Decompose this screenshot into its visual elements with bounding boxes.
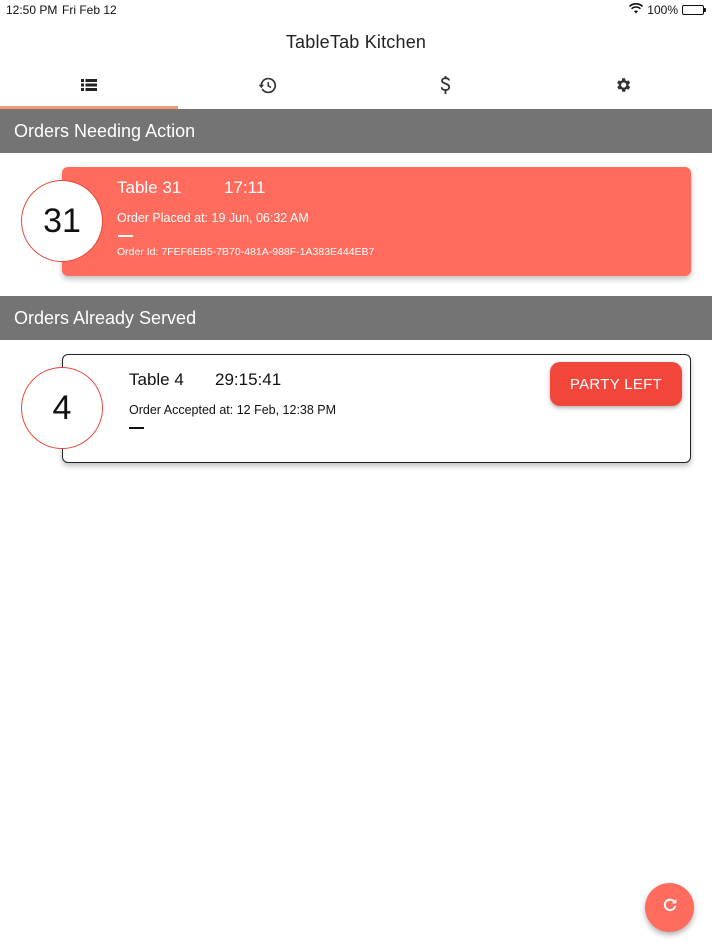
order-table-label: Table 4 <box>129 370 184 389</box>
order-card-needing-action[interactable]: Table 31 17:11 Order Placed at: 19 Jun, … <box>62 167 691 276</box>
battery-percent: 100% <box>647 3 678 17</box>
section-title: Orders Needing Action <box>14 120 196 141</box>
tab-orders[interactable] <box>0 66 178 109</box>
status-bar: 12:50 PM Fri Feb 12 100% <box>0 0 712 20</box>
divider <box>129 427 144 429</box>
list-icon <box>81 78 97 97</box>
divider <box>118 235 133 237</box>
status-time: 12:50 PM <box>6 3 58 17</box>
order-timer: 29:15:41 <box>215 370 282 389</box>
table-number-badge: 4 <box>21 367 103 449</box>
status-date: Fri Feb 12 <box>62 3 117 17</box>
section-header-served: Orders Already Served <box>0 296 712 340</box>
tab-bar <box>0 66 712 109</box>
section-title: Orders Already Served <box>14 307 197 328</box>
order-id: Order Id: 7FEF6EB5-7B70-481A-988F-1A383E… <box>117 246 375 258</box>
tab-settings[interactable] <box>534 66 712 109</box>
refresh-icon <box>661 896 679 919</box>
table-number: 31 <box>43 201 81 240</box>
party-left-button[interactable]: PARTY LEFT <box>550 362 682 406</box>
gear-icon <box>614 76 632 99</box>
status-indicators: 100% <box>629 3 706 17</box>
order-table-label: Table 31 <box>117 178 182 197</box>
order-timer: 17:11 <box>224 178 266 197</box>
tab-payments[interactable] <box>356 66 534 109</box>
page-title: TableTab Kitchen <box>285 32 427 52</box>
order-placed-time: Order Placed at: 19 Jun, 06:32 AM <box>117 211 309 225</box>
section-header-needing-action: Orders Needing Action <box>0 109 712 153</box>
order-accepted-time: Order Accepted at: 12 Feb, 12:38 PM <box>129 403 337 417</box>
tab-history[interactable] <box>178 66 356 109</box>
wifi-icon <box>629 3 644 17</box>
battery-icon <box>682 5 706 15</box>
history-icon <box>258 77 277 99</box>
refresh-button[interactable] <box>645 883 694 932</box>
table-number-badge: 31 <box>21 180 103 262</box>
table-number: 4 <box>52 388 72 427</box>
dollar-icon <box>440 76 451 99</box>
